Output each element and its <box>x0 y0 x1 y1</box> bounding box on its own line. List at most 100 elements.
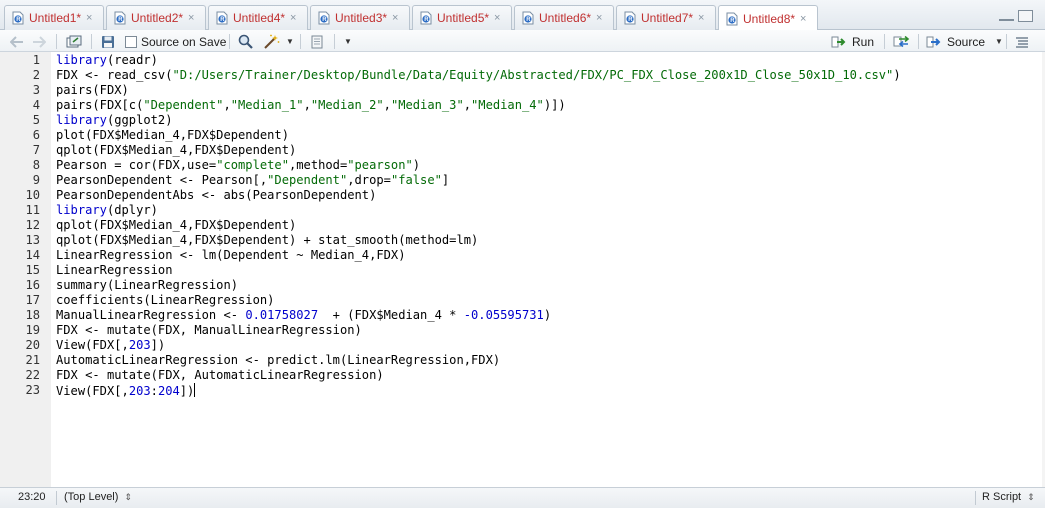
code-line[interactable]: plot(FDX$Median_4,FDX$Dependent) <box>56 128 289 143</box>
code-line[interactable]: qplot(FDX$Median_4,FDX$Dependent) <box>56 143 296 158</box>
code-line[interactable]: PearsonDependent <- Pearson[,"Dependent"… <box>56 173 449 188</box>
more-options-dropdown[interactable]: ▼ <box>344 33 352 50</box>
file-type-label: R Script <box>982 491 1022 503</box>
code-line[interactable]: pairs(FDX) <box>56 83 129 98</box>
line-number: 8 <box>32 158 40 172</box>
show-in-window-button[interactable] <box>66 33 82 50</box>
code-line[interactable]: FDX <- mutate(FDX, ManualLinearRegressio… <box>56 323 362 338</box>
forward-button[interactable] <box>32 33 46 50</box>
code-tools-button[interactable]: ▼ <box>263 33 294 50</box>
code-line[interactable]: Pearson = cor(FDX,use="complete",method=… <box>56 158 420 173</box>
code-line[interactable]: PearsonDependentAbs <- abs(PearsonDepend… <box>56 188 376 203</box>
outline-lines-icon <box>1016 36 1028 48</box>
minimize-icon[interactable] <box>999 10 1014 21</box>
tab-label: Untitled5* <box>437 11 490 25</box>
source-on-save-checkbox[interactable]: Source on Save <box>125 33 226 50</box>
run-label: Run <box>852 34 875 49</box>
code-line[interactable]: ManualLinearRegression <- 0.01758027 + (… <box>56 308 551 323</box>
code-line[interactable]: LinearRegression <box>56 263 173 278</box>
r-script-file-icon: R <box>521 11 535 25</box>
close-icon[interactable]: × <box>596 12 602 24</box>
scope-selector[interactable]: (Top Level) ⇕ <box>64 491 132 503</box>
back-arrow-icon <box>10 35 23 48</box>
source-button[interactable]: Source ▼ <box>926 33 1003 50</box>
line-number: 7 <box>32 143 40 157</box>
svg-text:R: R <box>16 17 21 23</box>
line-number: 11 <box>25 203 40 217</box>
line-number: 14 <box>25 248 40 262</box>
code-line[interactable]: library(dplyr) <box>56 203 158 218</box>
cursor-position: 23:20 <box>18 491 46 503</box>
code-line[interactable]: summary(LinearRegression) <box>56 278 238 293</box>
r-script-file-icon: R <box>215 11 229 25</box>
code-line[interactable]: AutomaticLinearRegression <- predict.lm(… <box>56 353 500 368</box>
code-line[interactable]: qplot(FDX$Median_4,FDX$Dependent) + stat… <box>56 233 478 248</box>
svg-text:R: R <box>118 17 123 23</box>
svg-text:R: R <box>424 17 429 23</box>
svg-text:R: R <box>730 18 735 24</box>
line-number: 13 <box>25 233 40 247</box>
code-line[interactable]: FDX <- mutate(FDX, AutomaticLinearRegres… <box>56 368 384 383</box>
code-line[interactable]: library(ggplot2) <box>56 113 173 128</box>
close-icon[interactable]: × <box>392 12 398 24</box>
close-icon[interactable]: × <box>800 13 806 25</box>
code-line[interactable]: View(FDX[,203:204]) <box>56 383 196 399</box>
floppy-disk-icon <box>102 35 114 48</box>
code-editor[interactable]: 1 2 3 4 5 6 7 8 9 10 11 12 13 14 15 16 17 18 19 20 21 22 23 li… <box>0 52 1045 487</box>
run-button[interactable]: Run <box>831 33 874 50</box>
line-number: 9 <box>32 173 40 187</box>
code-line[interactable]: pairs(FDX[c("Dependent","Median_1","Medi… <box>56 98 566 113</box>
status-bar: 23:20 (Top Level) ⇕ R Script ⇕ <box>0 487 1045 508</box>
code-line[interactable]: library(readr) <box>56 53 158 68</box>
compile-report-button[interactable] <box>310 33 324 50</box>
tab-7[interactable]: R Untitled7* × <box>616 5 716 30</box>
close-icon[interactable]: × <box>290 12 296 24</box>
chevron-down-icon: ▼ <box>344 37 352 46</box>
line-number: 6 <box>32 128 40 142</box>
close-icon[interactable]: × <box>698 12 704 24</box>
line-number: 10 <box>25 188 40 202</box>
code-line[interactable]: qplot(FDX$Median_4,FDX$Dependent) <box>56 218 296 233</box>
code-line[interactable]: View(FDX[,203]) <box>56 338 165 353</box>
back-button[interactable] <box>10 33 24 50</box>
tab-2[interactable]: R Untitled2* × <box>106 5 206 30</box>
rerun-button[interactable] <box>893 33 911 50</box>
r-script-file-icon: R <box>317 11 331 25</box>
find-replace-button[interactable] <box>238 33 253 50</box>
code-line[interactable]: coefficients(LinearRegression) <box>56 293 274 308</box>
forward-arrow-icon <box>33 35 46 48</box>
code-line[interactable]: LinearRegression <- lm(Dependent ~ Media… <box>56 248 406 263</box>
save-button[interactable] <box>101 33 115 50</box>
close-icon[interactable]: × <box>188 12 194 24</box>
tab-1[interactable]: R Untitled1* × <box>4 5 104 30</box>
tab-4[interactable]: R Untitled3* × <box>310 5 410 30</box>
checkbox-box[interactable] <box>125 35 137 48</box>
tab-label: Untitled4* <box>233 11 286 25</box>
tab-bar: R Untitled1* × R Untitled2* × R Untitled4* × R Unt… <box>0 0 1045 31</box>
r-script-file-icon: R <box>623 11 637 25</box>
close-icon[interactable]: × <box>494 12 500 24</box>
document-outline-button[interactable] <box>1015 33 1029 50</box>
source-label: Source <box>947 34 986 49</box>
code-line[interactable]: FDX <- read_csv("D:/Users/Trainer/Deskto… <box>56 68 901 83</box>
tab-3[interactable]: R Untitled4* × <box>208 5 308 30</box>
tab-5[interactable]: R Untitled5* × <box>412 5 512 30</box>
tab-label: Untitled8* <box>743 11 796 26</box>
chevron-down-icon[interactable]: ▼ <box>995 37 1003 46</box>
tab-8[interactable]: R Untitled8* × <box>718 5 818 31</box>
magic-wand-icon <box>264 34 280 49</box>
updown-icon: ⇕ <box>124 492 133 502</box>
scope-label: (Top Level) <box>64 491 119 503</box>
close-icon[interactable]: × <box>86 12 92 24</box>
run-arrow-icon <box>831 36 846 47</box>
updown-icon: ⇕ <box>1027 492 1035 502</box>
line-number: 22 <box>25 368 40 382</box>
file-type-selector[interactable]: R Script ⇕ <box>982 491 1035 503</box>
tab-6[interactable]: R Untitled6* × <box>514 5 614 30</box>
show-in-window-icon <box>66 35 82 47</box>
maximize-icon[interactable] <box>1018 10 1033 22</box>
r-script-file-icon: R <box>725 12 739 26</box>
notebook-icon <box>311 35 323 48</box>
line-number: 21 <box>25 353 40 367</box>
tab-label: Untitled3* <box>335 11 388 25</box>
